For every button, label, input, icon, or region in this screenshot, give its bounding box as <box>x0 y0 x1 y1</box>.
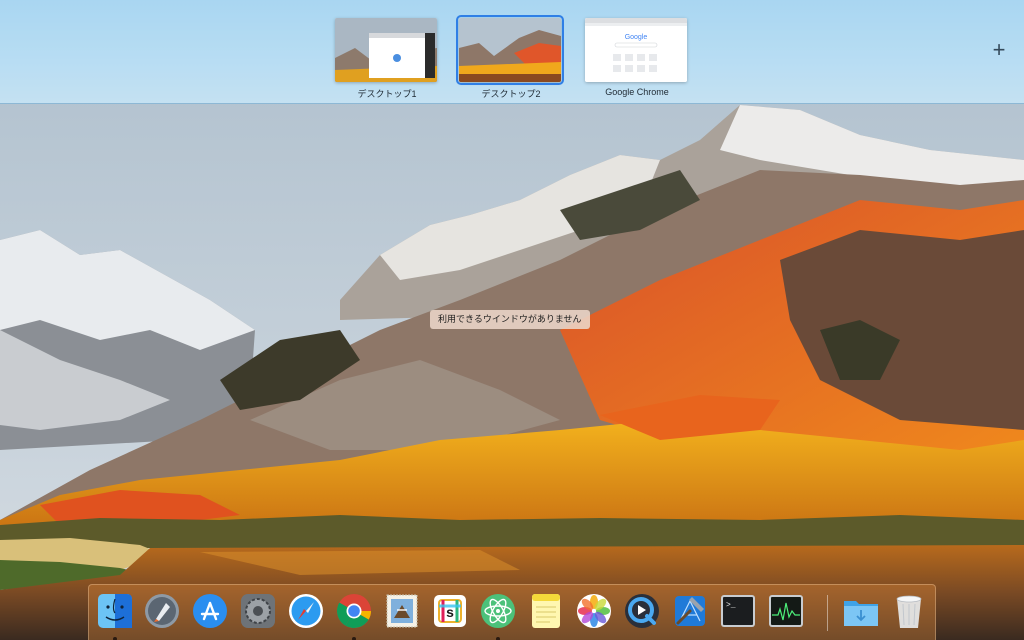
dock-item-chrome[interactable] <box>334 591 374 640</box>
dock-item-finder[interactable] <box>95 591 135 640</box>
mail-stamp-icon <box>386 594 418 628</box>
activity-monitor-icon <box>769 595 803 627</box>
svg-text:s: s <box>446 604 454 620</box>
space-desktop-2[interactable]: デスクトップ2 <box>456 15 564 100</box>
space-desktop-1[interactable]: デスクトップ1 <box>335 18 439 100</box>
dock-item-app-store[interactable] <box>190 591 230 631</box>
terminal-prompt-text: >_ <box>726 601 736 610</box>
dock-item-notes[interactable] <box>526 591 566 631</box>
space-thumbnail-active[interactable] <box>456 15 564 85</box>
space-thumbnail[interactable] <box>335 18 437 82</box>
launchpad-icon <box>145 594 179 628</box>
add-space-button[interactable]: + <box>988 39 1010 61</box>
slack-icon: s <box>434 595 466 627</box>
dock-item-xcode[interactable] <box>670 591 710 631</box>
dock-item-launchpad[interactable] <box>142 591 182 631</box>
dock-item-activity-monitor[interactable] <box>766 591 806 631</box>
dock-item-photos[interactable] <box>574 591 614 631</box>
dock-item-quicktime[interactable] <box>622 591 662 631</box>
space-label: デスクトップ1 <box>357 89 417 99</box>
no-windows-message: 利用できるウインドウがありません <box>430 310 590 329</box>
space-label: Google Chrome <box>605 87 669 97</box>
downloads-folder-icon <box>844 601 878 626</box>
space-google-chrome[interactable]: Google Google Chrome <box>585 18 689 97</box>
chrome-icon <box>337 594 371 628</box>
system-preferences-icon <box>241 594 275 628</box>
xcode-icon <box>675 596 705 626</box>
dock-item-slack[interactable]: s <box>430 591 470 631</box>
space-thumbnail[interactable]: Google <box>585 18 687 82</box>
trash-icon <box>896 595 922 628</box>
desktop-1-preview <box>335 18 437 82</box>
dock-item-atom[interactable] <box>478 591 518 640</box>
safari-icon <box>289 594 323 628</box>
dock: s >_ <box>88 584 936 640</box>
desktop-2-preview <box>459 18 561 82</box>
dock-separator <box>827 595 828 631</box>
dock-item-trash[interactable] <box>889 591 929 631</box>
quicktime-icon <box>625 594 659 628</box>
dock-item-system-preferences[interactable] <box>238 591 278 631</box>
dock-item-downloads-folder[interactable] <box>841 591 881 631</box>
spaces-bar: デスクトップ1 デスクトップ2 Google Google Chrome + <box>0 0 1024 104</box>
atom-icon <box>481 594 515 628</box>
app-store-icon <box>193 594 227 628</box>
macos-mission-control-screen: デスクトップ1 デスクトップ2 Google Google Chrome + 利… <box>0 0 1024 640</box>
terminal-icon: >_ <box>721 595 755 627</box>
chrome-window-preview: Google <box>585 18 687 82</box>
dock-item-mail-stamp-app[interactable] <box>382 591 422 631</box>
finder-icon <box>98 594 132 628</box>
photos-icon <box>577 594 611 628</box>
dock-item-terminal[interactable]: >_ <box>718 591 758 631</box>
dock-item-safari[interactable] <box>286 591 326 631</box>
google-logo-text: Google <box>625 34 648 41</box>
notes-icon <box>532 594 560 628</box>
space-label: デスクトップ2 <box>481 89 541 99</box>
